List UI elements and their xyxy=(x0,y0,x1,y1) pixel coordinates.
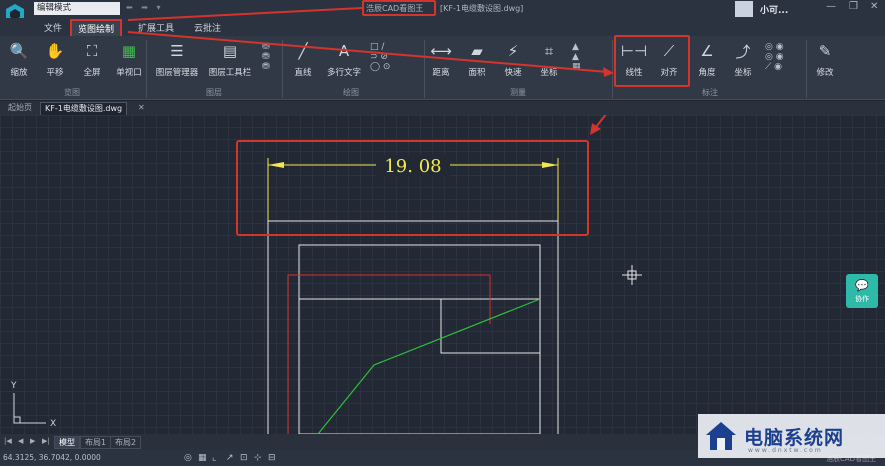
otrack-icon[interactable]: ⊹ xyxy=(254,453,262,463)
last-layout-icon[interactable]: ▶| xyxy=(42,437,50,445)
osnap-icon[interactable]: ⊡ xyxy=(240,453,248,463)
prev-layout-icon[interactable]: ◀ xyxy=(18,437,23,445)
tab-layout2[interactable]: 布局2 xyxy=(110,436,142,449)
watermark-title: 电脑系统网 xyxy=(744,426,845,449)
inner-frame xyxy=(298,244,541,434)
dimension-value[interactable]: 19. 08 xyxy=(384,156,441,177)
dimension-arrow-left xyxy=(268,162,284,168)
callout-arrow xyxy=(590,123,601,135)
dimension-arrow-right xyxy=(542,162,558,168)
drawing-canvas[interactable]: 19. 08 Y X xyxy=(0,115,885,434)
crosshair-cursor xyxy=(622,265,642,285)
ucs-icon: Y X xyxy=(10,381,56,429)
green-polyline xyxy=(317,298,541,434)
grid-icon[interactable]: ▦ xyxy=(198,453,207,463)
tab-layout1[interactable]: 布局1 xyxy=(80,436,112,449)
house-logo-icon xyxy=(706,422,736,450)
first-layout-icon[interactable]: |◀ xyxy=(4,437,12,445)
ortho-icon[interactable]: ⌞ xyxy=(212,453,216,463)
lineweight-icon[interactable]: ⊟ xyxy=(268,453,276,463)
collaborate-button[interactable]: 💬 协作 xyxy=(846,274,878,308)
drawing-svg: 19. 08 Y X xyxy=(10,115,642,434)
tab-model[interactable]: 模型 xyxy=(54,436,80,449)
polar-icon[interactable]: ↗ xyxy=(226,453,234,463)
next-layout-icon[interactable]: ▶ xyxy=(30,437,35,445)
ucs-x-label: X xyxy=(50,419,56,429)
cursor-coordinates: 64.3125, 36.7042, 0.0000 xyxy=(3,453,101,462)
menu-callout-arrow xyxy=(127,7,614,77)
ucs-y-label: Y xyxy=(10,381,17,391)
chat-icon: 💬 xyxy=(855,278,869,292)
snap-icon[interactable]: ◎ xyxy=(184,453,192,463)
watermark-url: www.dnxtw.com xyxy=(748,447,823,454)
